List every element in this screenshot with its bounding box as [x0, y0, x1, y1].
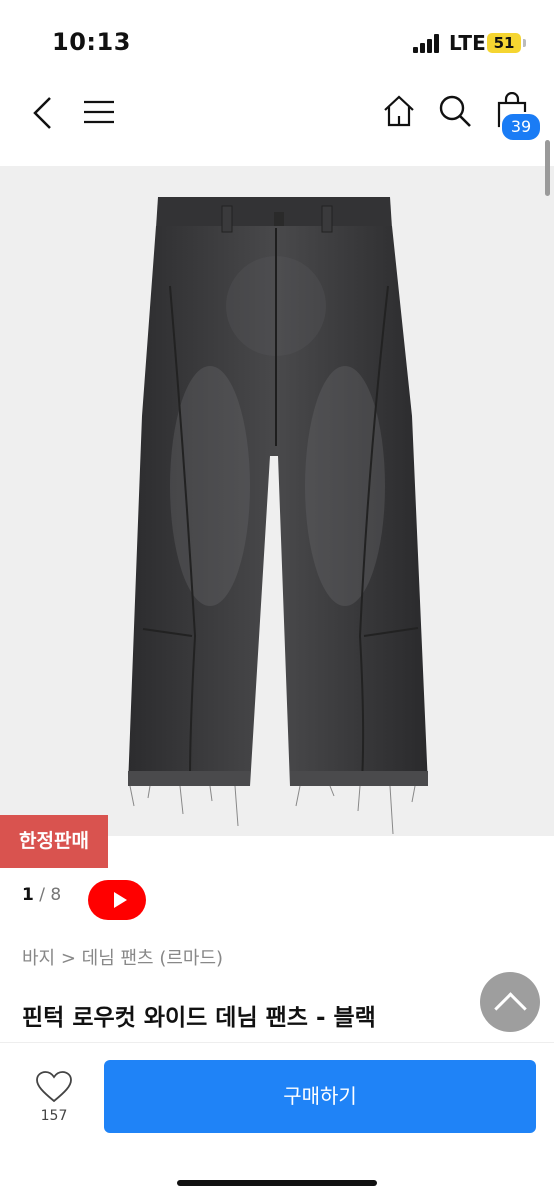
- back-icon[interactable]: [30, 96, 54, 130]
- scrollbar[interactable]: [545, 140, 550, 196]
- image-pager: 1 / 8: [22, 885, 62, 905]
- youtube-button[interactable]: [88, 880, 146, 920]
- breadcrumb[interactable]: 바지 > 데님 팬츠 (르마드): [22, 944, 223, 970]
- home-icon[interactable]: [383, 94, 415, 128]
- product-title: 핀턱 로우컷 와이드 데님 팬츠 - 블랙: [22, 1005, 376, 1031]
- product-image[interactable]: [0, 166, 554, 836]
- chevron-up-icon: [494, 992, 527, 1025]
- top-nav: [0, 80, 554, 166]
- battery-icon: 51: [487, 33, 521, 53]
- jeans-image: [128, 197, 428, 835]
- pager-total: 8: [50, 885, 62, 905]
- like-count: 157: [40, 1108, 68, 1124]
- pager-current: 1: [22, 885, 34, 905]
- network-type: LTE: [449, 31, 486, 55]
- signal-icon: [413, 33, 443, 53]
- buy-button[interactable]: 구매하기: [104, 1060, 536, 1133]
- cart-count-badge: 39: [500, 112, 542, 142]
- battery-cap: [523, 39, 526, 47]
- limited-sale-badge: 한정판매: [0, 815, 108, 868]
- menu-icon[interactable]: [84, 100, 114, 124]
- home-indicator: [177, 1180, 377, 1186]
- scroll-to-top-button[interactable]: [480, 972, 540, 1032]
- status-bar: 10:13 LTE 51: [0, 0, 554, 80]
- heart-icon: [36, 1071, 72, 1103]
- play-icon: [114, 892, 127, 908]
- search-icon[interactable]: [438, 94, 472, 128]
- status-time: 10:13: [52, 28, 131, 56]
